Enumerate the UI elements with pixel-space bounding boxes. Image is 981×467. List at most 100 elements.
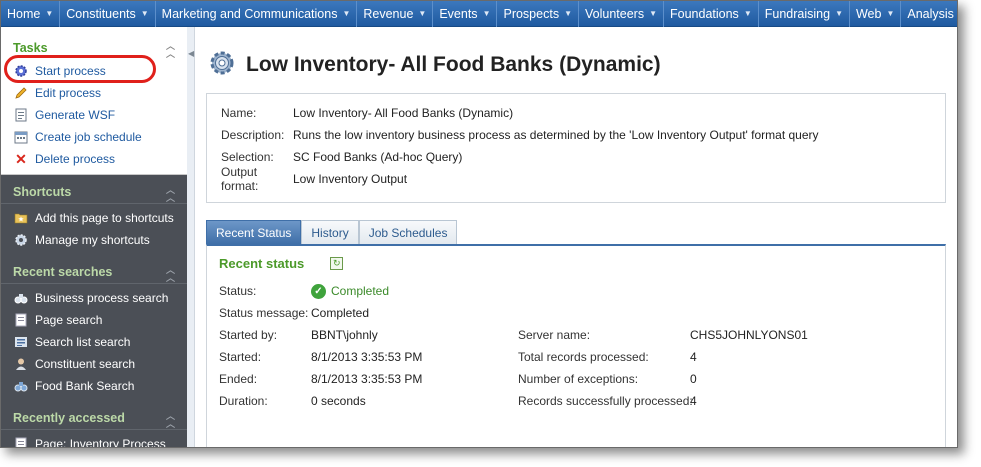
collapse-icon[interactable]: ︿ ︿	[166, 186, 175, 203]
chevron-down-icon: ▼	[564, 9, 572, 18]
tab-history[interactable]: History	[301, 220, 359, 244]
nav-revenue[interactable]: Revenue ▼	[357, 1, 434, 27]
status-message-row: Status message:	[219, 302, 308, 324]
field-label: Status message:	[219, 306, 309, 320]
gear-icon	[14, 233, 28, 247]
tab-recent-status[interactable]: Recent Status	[206, 220, 302, 244]
shortcut-label: Add this page to shortcuts	[35, 211, 174, 225]
duration-value: 0 seconds	[311, 394, 366, 408]
main-content: Low Inventory- All Food Banks (Dynamic) …	[196, 27, 946, 447]
status-text: Completed	[331, 284, 390, 298]
page-title: Low Inventory- All Food Banks (Dynamic)	[246, 52, 661, 76]
shortcut-manage[interactable]: Manage my shortcuts	[1, 229, 187, 251]
nav-events[interactable]: Events ▼	[433, 1, 498, 27]
field-label: Selection:	[221, 150, 274, 164]
field-label: Number of exceptions:	[518, 372, 639, 386]
search-food-bank[interactable]: Food Bank Search	[1, 375, 187, 397]
started-row: Started:	[219, 346, 261, 368]
shortcut-add-page[interactable]: Add this page to shortcuts	[1, 207, 187, 229]
chevron-left-icon: ◀	[188, 49, 195, 58]
recent-page-inventory-process[interactable]: Page: Inventory Process	[1, 433, 187, 447]
duration-row: Duration:	[219, 390, 268, 412]
task-delete-process[interactable]: ✕ Delete process	[1, 148, 187, 170]
document-icon	[14, 108, 28, 122]
process-summary: Name: Low Inventory- All Food Banks (Dyna…	[206, 93, 946, 203]
sidebar-splitter[interactable]: ◀	[187, 27, 195, 447]
refresh-icon[interactable]: ↻	[330, 256, 344, 270]
collapse-icon[interactable]: ︿ ︿	[166, 412, 175, 429]
selection-row: Selection: SC Food Banks (Ad-hoc Query)	[207, 146, 945, 168]
nav-label: Constituents	[66, 6, 136, 21]
person-icon	[14, 357, 28, 371]
binoculars-icon	[14, 291, 28, 305]
ended-value: 8/1/2013 3:35:53 PM	[311, 372, 423, 386]
calendar-icon	[14, 130, 28, 144]
tab-job-schedules[interactable]: Job Schedules	[358, 220, 458, 244]
nav-label: Analysis	[907, 6, 954, 21]
collapse-icon[interactable]: ︿ ︿	[166, 266, 175, 283]
chevron-down-icon: ▼	[482, 9, 491, 18]
chevron-down-icon: ▼	[418, 9, 427, 18]
nav-constituents[interactable]: Constituents ▼	[60, 1, 156, 27]
field-label: Records successfully processed:	[518, 394, 693, 408]
description-row: Description: Runs the low inventory busin…	[207, 124, 945, 146]
task-generate-wsf[interactable]: Generate WSF	[1, 104, 187, 126]
nav-web[interactable]: Web ▼	[850, 1, 902, 27]
status-message-value: Completed	[311, 306, 370, 320]
field-label: Ended:	[219, 372, 258, 386]
nav-label: Web	[855, 6, 882, 21]
field-label: Description:	[221, 128, 285, 142]
records-success-row: Records successfully processed:	[518, 390, 693, 412]
nav-analysis[interactable]: Analysis▼	[901, 1, 957, 27]
chevron-down-icon: ▼	[743, 9, 752, 18]
nav-label: Prospects	[503, 6, 560, 21]
nav-label: Foundations	[670, 6, 739, 21]
nav-home[interactable]: Home ▼	[1, 1, 61, 27]
task-edit-process[interactable]: Edit process	[1, 82, 187, 104]
search-page[interactable]: Page search	[1, 309, 187, 331]
search-label: Business process search	[35, 291, 169, 305]
section-title-label: Recent searches	[13, 265, 113, 279]
recent-searches-title: Recent searches ︿ ︿	[1, 265, 187, 284]
field-label: Duration:	[219, 394, 268, 408]
tasks-section: Tasks ︿ ︿ Start process Edit process Gener…	[1, 27, 187, 175]
total-records-value: 4	[690, 350, 697, 364]
started-by-value: BBNT\johnly	[311, 328, 378, 342]
field-label: Output format:	[221, 165, 259, 193]
field-label: Started:	[219, 350, 262, 364]
total-records-row: Total records processed:	[518, 346, 649, 368]
binoculars-icon	[14, 379, 28, 393]
top-nav: Home ▼ Constituents ▼ Marketing and Commun…	[1, 1, 957, 27]
recent-status-header: Recent status ↻	[207, 252, 945, 274]
field-label: Status:	[219, 284, 257, 298]
nav-foundations[interactable]: Foundations ▼	[664, 1, 759, 27]
search-list[interactable]: Search list search	[1, 331, 187, 353]
started-value: 8/1/2013 3:35:53 PM	[311, 350, 423, 364]
nav-volunteers[interactable]: Volunteers ▼	[579, 1, 664, 27]
field-label: Total records processed:	[518, 350, 649, 364]
search-business-process[interactable]: Business process search	[1, 287, 187, 309]
nav-label: Marketing and Communications	[161, 6, 338, 21]
page-header: Low Inventory- All Food Banks (Dynamic)	[208, 49, 661, 80]
task-label: Create job schedule	[35, 130, 142, 144]
checkmark-icon: ✓	[311, 283, 326, 299]
chevron-down-icon: ▼	[342, 9, 351, 18]
status-value: ✓ Completed	[311, 280, 389, 302]
task-create-job-schedule[interactable]: Create job schedule	[1, 126, 187, 148]
records-success-value: 4	[690, 394, 697, 408]
selection-value: SC Food Banks (Ad-hoc Query)	[293, 150, 463, 164]
nav-label: Home	[7, 6, 41, 21]
task-label: Delete process	[35, 152, 116, 166]
recent-status-panel: Recent status ↻ Status: ✓ Completed Statu…	[206, 244, 946, 447]
started-by-row: Started by:	[219, 324, 277, 346]
nav-marketing[interactable]: Marketing and Communications ▼	[156, 1, 358, 27]
chevron-down-icon: ▼	[649, 9, 657, 18]
chevron-down-icon: ▼	[835, 9, 843, 18]
nav-prospects[interactable]: Prospects ▼	[497, 1, 579, 27]
collapse-icon[interactable]: ︿ ︿	[166, 42, 175, 59]
search-constituent[interactable]: Constituent search	[1, 353, 187, 375]
app-window: Home ▼ Constituents ▼ Marketing and Commun…	[0, 0, 958, 448]
nav-fundraising[interactable]: Fundraising ▼	[759, 1, 850, 27]
exceptions-row: Number of exceptions:	[518, 368, 638, 390]
nav-label: Revenue	[363, 6, 414, 21]
